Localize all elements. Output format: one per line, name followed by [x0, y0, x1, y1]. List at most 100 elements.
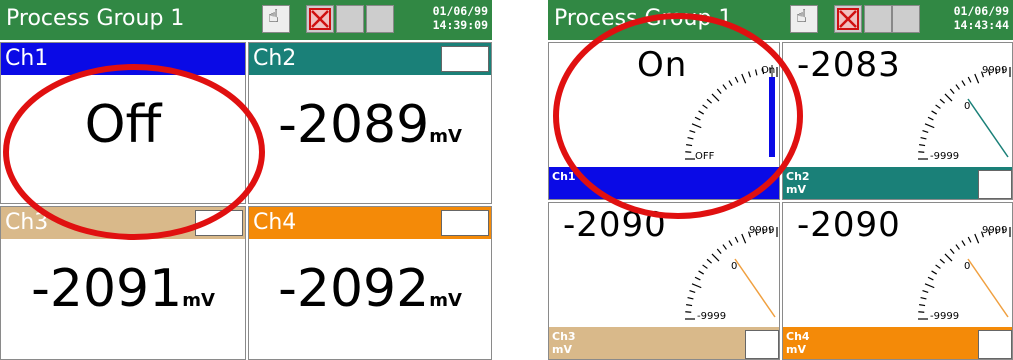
scale-mid-label: 0	[964, 101, 970, 112]
gauge-panel-ch3[interactable]: -2090 9999 0 -9999 Ch3 mV	[548, 202, 780, 360]
status-square-icon[interactable]	[336, 5, 364, 33]
unit-label: mV	[182, 290, 215, 311]
gauge-tick	[961, 240, 966, 246]
time-text: 14:43:44	[953, 18, 1009, 32]
gauge-tick	[711, 93, 720, 102]
gauge-tick	[741, 73, 747, 84]
gauge-tick	[939, 98, 945, 104]
gauge-tick	[734, 236, 739, 243]
channel-footer: Ch3 mV	[549, 327, 779, 359]
hand-pointer-icon[interactable]: ☝	[790, 5, 818, 33]
gauge-tick	[924, 123, 935, 129]
gauge-tick	[949, 88, 955, 94]
group-title[interactable]: Process Group 1	[6, 6, 184, 31]
gauge-tick	[919, 304, 926, 307]
gauge-tick	[967, 76, 972, 83]
alarm-indicator-box	[745, 330, 779, 359]
alarm-indicator-box	[978, 330, 1012, 359]
scale-bottom-label: -9999	[930, 151, 959, 162]
gauge-panel-ch1[interactable]: On On OFF Ch1	[548, 42, 780, 200]
gauge-tick	[920, 296, 927, 300]
gauge-tick	[728, 240, 733, 246]
gauge-tick	[711, 253, 720, 262]
channel-header: Ch1	[1, 43, 245, 75]
scale-mid-label: 0	[964, 261, 970, 272]
gauge-tick	[944, 93, 953, 102]
gauge-tick	[686, 144, 693, 147]
title-bar: Process Group 1 ☝ 01/06/99 14:39:09	[0, 0, 492, 40]
gauge-tick	[687, 296, 694, 300]
channel-header: Ch2	[249, 43, 491, 75]
gauge-tick	[955, 84, 960, 90]
scale-bottom-label: -9999	[697, 311, 726, 322]
gauge-tick	[694, 276, 701, 281]
gauge-tick	[919, 144, 926, 147]
gauge-tick	[686, 304, 693, 307]
hand-pointer-icon[interactable]: ☝	[262, 5, 290, 33]
gauge-tick	[935, 104, 941, 109]
datetime: 01/06/99 14:39:09	[433, 4, 488, 32]
scale-top-label: 9999	[749, 225, 774, 236]
gauge-tick	[924, 283, 935, 289]
gauge-tick	[922, 129, 929, 133]
gauge-scale: 9999 0 -9999	[918, 65, 1011, 162]
channel-panel-ch1[interactable]: Ch1 Off	[0, 42, 246, 204]
scale-top-label: On	[761, 65, 775, 76]
channel-label: Ch1	[552, 170, 576, 183]
gauge-tick	[927, 276, 934, 281]
status-square-icon[interactable]	[366, 5, 394, 33]
alarm-x-icon[interactable]	[834, 5, 862, 33]
alarm-x-icon[interactable]	[306, 5, 334, 33]
unit-label: mV	[429, 290, 462, 311]
gauge-needle	[967, 258, 1009, 318]
alarm-indicator-box	[195, 210, 243, 236]
gauge-tick	[702, 264, 708, 269]
gauge-needle	[967, 98, 1009, 158]
gauge-tick	[698, 110, 704, 115]
scale-mid-label: 0	[731, 261, 737, 272]
gauge-tick	[706, 98, 712, 104]
gauge-tick	[689, 129, 696, 133]
channel-panel-ch4[interactable]: Ch4 -2092mV	[248, 206, 492, 360]
gauge-tick	[754, 69, 758, 76]
scale-bottom-label: OFF	[695, 151, 715, 162]
channel-header: Ch3	[1, 207, 245, 239]
alarm-indicator-box	[441, 210, 489, 236]
status-square-icon[interactable]	[864, 5, 892, 33]
channel-value: -2091mV	[31, 259, 215, 319]
channel-label: Ch2	[253, 46, 297, 71]
gauge-tick	[741, 233, 747, 244]
time-text: 14:39:09	[432, 18, 488, 32]
channel-label: Ch1	[5, 46, 49, 71]
gauge-tick	[931, 270, 937, 275]
right-screen: Process Group 1 ☝ 01/06/99 14:43:44 On O…	[548, 0, 1013, 360]
gauge-panel-ch4[interactable]: -2090 9999 0 -9999 Ch4 mV	[782, 202, 1013, 360]
channel-footer: Ch2 mV	[783, 167, 1012, 199]
gauge-panel-ch2[interactable]: -2083 9999 0 -9999 Ch2 mV	[782, 42, 1013, 200]
gauge-scale: On OFF	[685, 65, 778, 162]
gauge-tick	[716, 88, 722, 94]
group-title[interactable]: Process Group 1	[554, 6, 732, 31]
gauge-tick	[698, 270, 704, 275]
gauge-tick	[687, 136, 694, 140]
alarm-indicator-box	[441, 46, 489, 72]
channel-label: Ch3	[5, 210, 49, 235]
gauge-tick	[935, 264, 941, 269]
channel-panel-ch3[interactable]: Ch3 -2091mV	[0, 206, 246, 360]
gauge-tick	[944, 253, 953, 262]
gauge-tick	[931, 110, 937, 115]
status-square-icon[interactable]	[892, 5, 920, 33]
gauge-tick	[716, 248, 722, 254]
gauge-tick	[702, 104, 708, 109]
date-text: 01/06/99	[432, 4, 488, 18]
channel-panel-ch2[interactable]: Ch2 -2089mV	[248, 42, 492, 204]
unit-label: mV	[429, 126, 462, 147]
scale-bottom-label: -9999	[930, 311, 959, 322]
channel-footer: Ch1	[549, 167, 779, 199]
scale-top-label: 9999	[982, 225, 1007, 236]
datetime: 01/06/99 14:43:44	[954, 4, 1009, 32]
title-bar: Process Group 1 ☝ 01/06/99 14:43:44	[548, 0, 1013, 40]
alarm-indicator-box	[978, 170, 1012, 199]
gauge-tick	[722, 244, 727, 250]
gauge-tick	[922, 289, 929, 293]
